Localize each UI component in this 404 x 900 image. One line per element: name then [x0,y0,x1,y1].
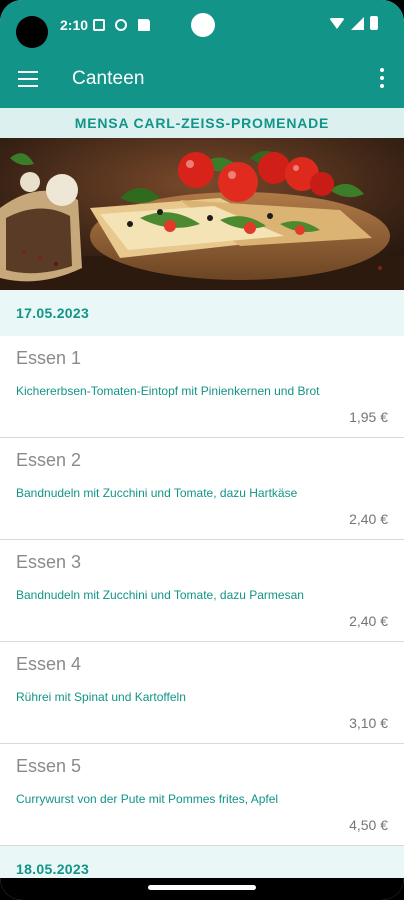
meal-price: 1,95 € [349,409,388,425]
meal-item[interactable]: Essen 4 Rührei mit Spinat und Kartoffeln… [0,642,404,744]
calendar-icon [93,19,105,31]
meal-name: Essen 5 [16,756,82,776]
canteen-name: MENSA CARL-ZEISS-PROMENADE [0,108,404,138]
meal-item[interactable]: Essen 3 Bandnudeln mit Zucchini und Toma… [0,540,404,642]
app-bar: Canteen [0,52,404,108]
meal-description: Bandnudeln mit Zucchini und Tomate, dazu… [16,486,298,500]
meal-item[interactable]: Essen 5 Currywurst von der Pute mit Pomm… [0,744,404,846]
meal-name: Essen 3 [16,552,82,572]
screen: 2:10 Canteen MENSA CARL-ZEISS-PROMENADE [0,0,404,900]
wifi-icon [329,17,345,29]
meal-description: Currywurst von der Pute mit Pommes frite… [16,792,279,806]
status-time: 2:10 [60,17,89,33]
navigation-bar [0,878,404,900]
meal-item[interactable]: Essen 1 Kichererbsen-Tomaten-Eintopf mit… [0,336,404,438]
hamburger-menu-icon[interactable] [18,71,38,87]
meal-price: 4,50 € [349,817,388,833]
meal-description: Rührei mit Spinat und Kartoffeln [16,690,186,704]
app-title: Canteen [72,68,145,89]
front-camera [16,16,48,48]
canteen-hero-image [0,138,404,290]
more-vert-icon[interactable] [378,68,386,90]
meal-list[interactable]: 17.05.2023 Essen 1 Kichererbsen-Tomaten-… [0,290,404,880]
pizza-image [0,138,404,290]
notification-dot [191,13,215,37]
date-header: 17.05.2023 [0,290,404,336]
date-header: 18.05.2023 [0,846,404,880]
battery-icon [370,16,378,30]
signal-icon [351,16,364,30]
globe-icon [115,19,127,31]
meal-description: Bandnudeln mit Zucchini und Tomate, dazu… [16,588,304,602]
meal-name: Essen 4 [16,654,82,674]
sd-card-icon [138,19,150,31]
system-icons [329,16,378,30]
meal-price: 2,40 € [349,511,388,527]
status-bar: 2:10 [0,0,404,52]
meal-item[interactable]: Essen 2 Bandnudeln mit Zucchini und Toma… [0,438,404,540]
meal-description: Kichererbsen-Tomaten-Eintopf mit Pinienk… [16,384,320,398]
meal-name: Essen 1 [16,348,82,368]
home-gesture-handle[interactable] [148,885,256,890]
meal-name: Essen 2 [16,450,82,470]
meal-price: 3,10 € [349,715,388,731]
meal-price: 2,40 € [349,613,388,629]
